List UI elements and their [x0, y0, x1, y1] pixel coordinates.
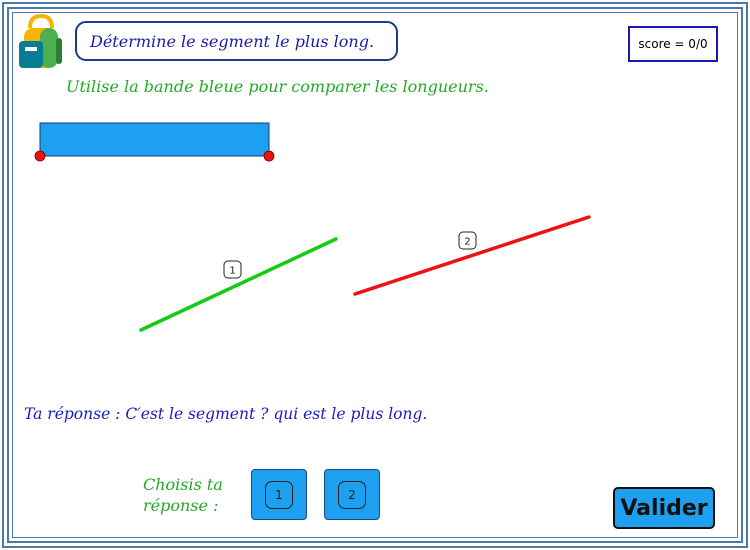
ruler-left-handle[interactable] — [34, 150, 46, 162]
answer-prefix: Ta réponse : — [24, 405, 126, 423]
drawing-area: 1 2 — [34, 122, 591, 332]
answer-line: Ta réponse : C′est le segment ? qui est … — [24, 405, 427, 423]
segment-2 — [353, 215, 591, 296]
choice-2-button[interactable]: 2 — [324, 469, 380, 520]
segment-1-label-text: 1 — [229, 266, 235, 277]
segment-2-label-text: 2 — [464, 237, 470, 248]
segment-1 — [139, 237, 338, 332]
answer-sentence: C′est le segment ? qui est le plus long. — [125, 405, 428, 423]
choose-label-line-1: Choisis ta — [143, 475, 223, 494]
ruler-right-handle[interactable] — [263, 150, 275, 162]
choice-1-label: 1 — [265, 480, 293, 509]
segment-2-label: 2 — [458, 231, 477, 250]
choice-2-label: 2 — [338, 480, 366, 509]
ruler-band[interactable] — [34, 122, 275, 162]
valider-button[interactable]: Valider — [613, 487, 715, 529]
choose-label: Choisis ta réponse : — [143, 474, 223, 516]
choose-label-line-2: réponse : — [143, 496, 219, 515]
choice-1-button[interactable]: 1 — [251, 469, 307, 520]
segment-1-label: 1 — [223, 260, 242, 279]
